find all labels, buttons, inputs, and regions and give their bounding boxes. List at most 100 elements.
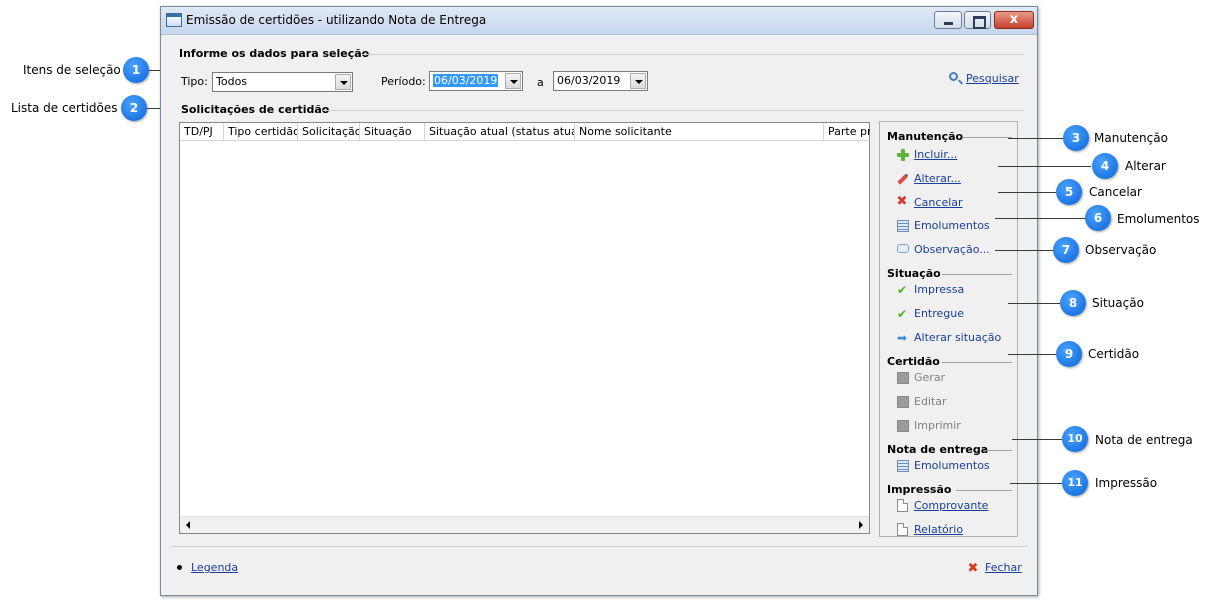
callout-label-5: Cancelar	[1089, 185, 1142, 199]
callout-label-7: Observação	[1085, 243, 1157, 257]
document-icon	[897, 523, 908, 536]
callout-6-leader	[995, 218, 1085, 219]
calendar-dropdown-icon[interactable]	[630, 73, 646, 89]
minimize-button[interactable]	[934, 11, 962, 29]
callout-label-8: Situação	[1092, 296, 1144, 310]
stage: Itens de seleção 1 Lista de certidões 2 …	[0, 0, 1213, 605]
title-bar[interactable]: Emissão de certidões - utilizando Nota d…	[161, 7, 1037, 35]
nota-emolumentos-link[interactable]: Emolumentos	[914, 459, 990, 472]
alterar-situacao-link[interactable]: Alterar situação	[914, 331, 1001, 344]
calendar-dropdown-icon[interactable]	[505, 73, 521, 89]
periodo-label: Período:	[381, 75, 426, 88]
fechar-link[interactable]: Fechar	[985, 561, 1022, 574]
callout-label-4: Alterar	[1125, 159, 1166, 173]
callout-4: 4	[1092, 153, 1118, 179]
selection-header: Informe os dados para seleção	[179, 47, 370, 60]
callout-11: 11	[1062, 470, 1088, 496]
legenda-link[interactable]: Legenda	[191, 561, 238, 574]
emolumentos-link[interactable]: Emolumentos	[914, 219, 990, 232]
scroll-right-icon[interactable]	[852, 517, 869, 533]
callout-label-2: Lista de certidões	[11, 101, 118, 115]
chevron-down-icon[interactable]	[335, 74, 351, 90]
callout-6: 6	[1085, 205, 1111, 231]
callout-3-leader	[1008, 138, 1063, 139]
callout-7: 7	[1053, 237, 1079, 263]
callout-label-11: Impressão	[1095, 476, 1158, 490]
scroll-left-icon[interactable]	[180, 517, 197, 533]
nota-header: Nota de entrega	[887, 443, 989, 456]
tipo-value: Todos	[216, 75, 248, 88]
main-window: Emissão de certidões - utilizando Nota d…	[160, 6, 1038, 596]
list-header: Solicitações de certidão	[181, 103, 330, 116]
column-header[interactable]: Solicitação	[298, 123, 360, 141]
imprimir-link[interactable]: Imprimir	[914, 419, 961, 432]
horizontal-scrollbar[interactable]	[180, 516, 869, 533]
comprovante-link[interactable]: Comprovante	[914, 499, 988, 512]
list-header-line	[323, 110, 1024, 111]
column-header[interactable]: Situação atual (status atual)	[425, 123, 575, 141]
window-title: Emissão de certidões - utilizando Nota d…	[186, 13, 487, 27]
date-from-picker[interactable]: 06/03/2019	[429, 71, 523, 91]
search-link[interactable]: Pesquisar	[966, 72, 1019, 85]
callout-8-leader	[1008, 303, 1060, 304]
list-icon	[897, 220, 909, 232]
nota-line	[984, 450, 1012, 451]
close-window-button[interactable]: x	[994, 11, 1034, 29]
incluir-link[interactable]: Incluir...	[914, 148, 957, 161]
table-header: TD/PJ Tipo certidão Solicitação Situação…	[180, 123, 870, 141]
manutencao-line	[962, 137, 1012, 138]
callout-label-10: Nota de entrega	[1095, 433, 1193, 447]
callout-label-6: Emolumentos	[1117, 212, 1200, 226]
column-header[interactable]: TD/PJ	[180, 123, 224, 141]
arrow-right-icon: ➡	[897, 331, 908, 345]
list-icon	[897, 460, 909, 472]
callout-10-leader	[1012, 439, 1062, 440]
check-icon: ✔	[897, 283, 908, 297]
alterar-link[interactable]: Alterar...	[914, 172, 961, 185]
callout-1: 1	[123, 57, 149, 83]
column-header[interactable]: Tipo certidão	[224, 123, 298, 141]
plus-icon	[897, 149, 909, 161]
callout-10: 10	[1062, 426, 1088, 452]
callout-9: 9	[1056, 341, 1082, 367]
actions-panel: Manutenção Incluir... Alterar... ✖ Cance…	[879, 121, 1018, 537]
observacao-link[interactable]: Observação...	[914, 243, 990, 256]
column-header[interactable]: Nome solicitante	[575, 123, 824, 141]
callout-8: 8	[1060, 290, 1086, 316]
bullet-icon	[177, 565, 182, 570]
tipo-select[interactable]: Todos	[212, 72, 353, 92]
window-icon	[166, 13, 182, 27]
gerar-link[interactable]: Gerar	[914, 371, 945, 384]
impressao-line	[956, 490, 1012, 491]
close-icon: x	[1009, 12, 1019, 27]
situacao-header: Situação	[887, 267, 941, 280]
check-icon: ✔	[897, 307, 908, 321]
pencil-icon	[895, 171, 912, 188]
callout-7-leader	[995, 250, 1053, 251]
relatorio-link[interactable]: Relatório	[914, 523, 963, 536]
date-to-picker[interactable]: 06/03/2019	[553, 71, 648, 91]
certidoes-table[interactable]: TD/PJ Tipo certidão Solicitação Situação…	[179, 122, 870, 534]
certidao-header: Certidão	[887, 355, 940, 368]
situacao-line	[942, 274, 1012, 275]
red-x-icon: ✖	[896, 194, 908, 209]
manutencao-header: Manutenção	[887, 130, 964, 143]
column-header[interactable]: Parte pro	[824, 123, 870, 141]
date-to-value: 06/03/2019	[557, 74, 621, 87]
maximize-button[interactable]	[964, 11, 991, 29]
callout-label-3: Manutenção	[1094, 131, 1168, 145]
callout-3: 3	[1063, 125, 1089, 151]
entregue-link[interactable]: Entregue	[914, 307, 964, 320]
column-header[interactable]: Situação	[360, 123, 425, 141]
impressa-link[interactable]: Impressa	[914, 283, 964, 296]
gray-square-icon	[897, 372, 909, 384]
callout-5: 5	[1056, 179, 1082, 205]
cancelar-link[interactable]: Cancelar	[914, 196, 963, 209]
callout-11-leader	[1010, 483, 1062, 484]
red-x-icon: ✖	[967, 561, 979, 576]
magnifier-icon[interactable]	[949, 72, 958, 81]
editar-link[interactable]: Editar	[914, 395, 947, 408]
date-from-value: 06/03/2019	[433, 74, 499, 87]
tipo-label: Tipo:	[181, 75, 208, 88]
callout-4-leader	[998, 166, 1091, 167]
